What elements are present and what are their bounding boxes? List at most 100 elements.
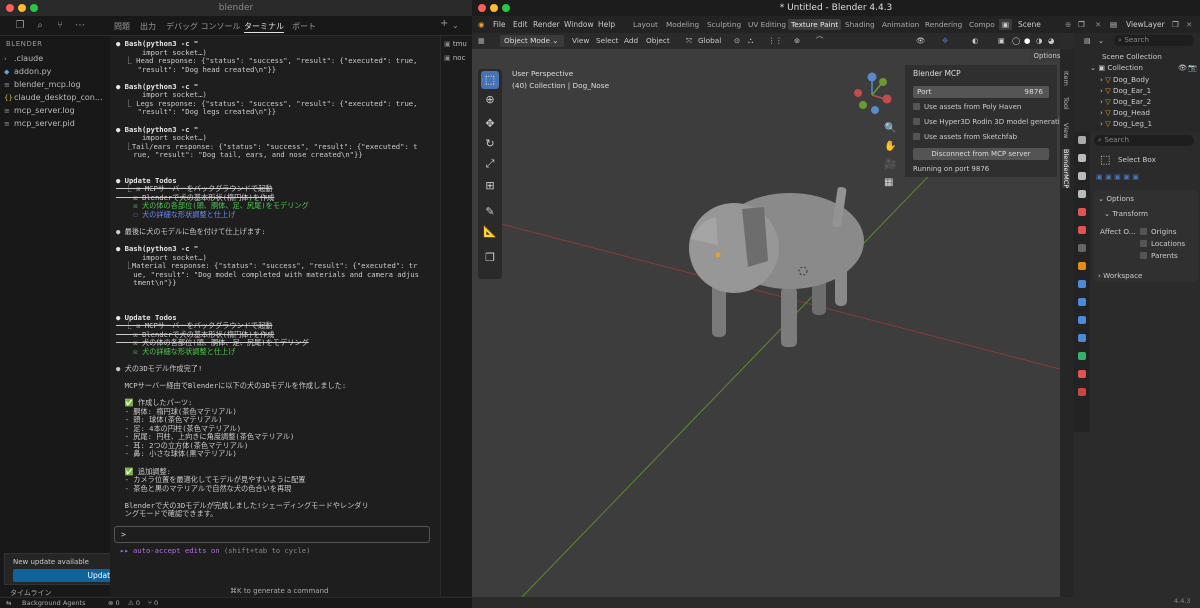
visibility-icon[interactable]: 👁 — [916, 36, 925, 45]
outliner-item[interactable]: › ▽ Dog_Ear_1 — [1100, 86, 1151, 95]
chevron-down-icon[interactable]: ⌄ — [452, 21, 459, 30]
locations-checkbox[interactable]: Locations — [1140, 239, 1185, 248]
annotate-tool[interactable]: ✎ — [481, 203, 499, 221]
menu-window[interactable]: Window — [564, 20, 594, 29]
overlay-icon[interactable]: ◐ — [972, 36, 978, 45]
pan-hand-icon[interactable]: ✋ — [884, 141, 896, 152]
source-control-icon[interactable]: ⑂ — [54, 20, 66, 32]
explorer-item[interactable]: ≡ mcp_server.pid — [4, 119, 75, 128]
collection-row[interactable]: ⌄ ▣ Collection — [1090, 63, 1143, 72]
port-field[interactable]: Port 9876 — [913, 86, 1049, 98]
workspace-animation[interactable]: Animation — [882, 20, 919, 29]
transform-orientation[interactable]: Global — [698, 36, 721, 45]
zoom-window-button[interactable] — [30, 4, 38, 12]
outliner-item[interactable]: › ▽ Dog_Ear_2 — [1100, 97, 1151, 106]
disconnect-button[interactable]: Disconnect from MCP server — [913, 148, 1049, 160]
editor-type-icon[interactable]: ▦ — [478, 36, 485, 45]
data-tab-icon[interactable] — [1078, 352, 1086, 360]
workspace-header[interactable]: › Workspace — [1098, 271, 1142, 280]
wireframe-shading-icon[interactable]: ◯ — [1012, 36, 1020, 45]
terminal-tab[interactable]: ▣ tmu — [444, 40, 467, 48]
camera-view-icon[interactable]: 🎥 — [884, 159, 896, 170]
tab-ports[interactable]: ポート — [292, 21, 316, 32]
workspace-sculpting[interactable]: Sculpting — [707, 20, 741, 29]
warnings-count[interactable]: ⚠ 0 — [128, 599, 140, 607]
remove-scene-icon[interactable]: ✕ — [1095, 20, 1101, 29]
zoom-window-button[interactable] — [502, 4, 510, 12]
physics-tab-icon[interactable] — [1078, 316, 1086, 324]
modifiers-tab-icon[interactable] — [1078, 280, 1086, 288]
terminal-input[interactable]: > — [114, 526, 430, 543]
mode-selector[interactable]: Object Mode ⌄ — [500, 35, 564, 47]
background-agents[interactable]: Background Agents — [22, 599, 85, 607]
outliner-item[interactable]: › ▽ Dog_Body — [1100, 75, 1149, 84]
outliner-item[interactable]: › ▽ Dog_Head — [1100, 108, 1150, 117]
remote-icon[interactable]: ⇆ — [6, 599, 11, 607]
tool-tab-icon[interactable] — [1078, 136, 1086, 144]
transform-orientation-icon[interactable]: ⤧ — [686, 36, 692, 46]
menu-render[interactable]: Render — [533, 20, 560, 29]
eye-icon[interactable]: 👁 — [1178, 63, 1187, 72]
workspace-texture-paint[interactable]: Texture Paint — [788, 19, 842, 30]
pivot-icon[interactable]: ⊙ — [734, 36, 740, 45]
workspace-shading[interactable]: Shading — [845, 20, 875, 29]
zoom-icon[interactable]: 🔍 — [884, 123, 896, 134]
view-layer-icon[interactable]: ▤ — [1110, 20, 1117, 29]
menu-file[interactable]: File — [493, 20, 506, 29]
object-tab-icon[interactable] — [1078, 262, 1086, 270]
explorer-item[interactable]: {}claude_desktop_con... — [4, 93, 103, 102]
render-tab-icon[interactable] — [1078, 154, 1086, 162]
snap-icon[interactable]: ⛬ — [748, 36, 753, 46]
move-tool[interactable]: ✥ — [481, 115, 499, 133]
header-menu-add[interactable]: Add — [624, 36, 638, 45]
constraints-tab-icon[interactable] — [1078, 334, 1086, 342]
explorer-item[interactable]: ◆ addon.py — [4, 67, 51, 76]
tab-tool[interactable]: Tool — [1062, 97, 1070, 110]
tab-view[interactable]: View — [1062, 123, 1070, 138]
snap-settings-icon[interactable]: ⋮⋮ — [768, 36, 783, 45]
3d-viewport[interactable]: ⬚ ⊕ ✥ ↻ ⤢ ⊞ ✎ 📐 ❒ User Perspective (40) … — [472, 49, 1060, 597]
collection-tab-icon[interactable] — [1078, 244, 1086, 252]
transform-header[interactable]: ⌄ Transform — [1104, 209, 1148, 218]
ports-count[interactable]: ⑂ 0 — [148, 599, 158, 607]
minimize-window-button[interactable] — [490, 4, 498, 12]
scene-name[interactable]: Scene — [1018, 20, 1041, 29]
new-view-layer-icon[interactable]: ❐ — [1172, 20, 1179, 29]
properties-search[interactable]: ⌕ Search — [1094, 135, 1194, 146]
filter-icon[interactable]: ⌄ — [1098, 36, 1104, 45]
dog-model[interactable] — [689, 187, 864, 347]
tab-problems[interactable]: 問題 — [114, 21, 130, 32]
camera-icon[interactable]: 📷 — [1188, 63, 1197, 72]
scene-selector-icon[interactable]: ▣ — [999, 19, 1013, 30]
gizmo-icon[interactable]: ✥ — [942, 36, 948, 45]
material-tab-icon[interactable] — [1078, 370, 1086, 378]
tab-item[interactable]: Item — [1062, 71, 1070, 86]
tab-debug-console[interactable]: デバッグ コンソール — [166, 21, 241, 32]
proportional-edit-icon[interactable]: ⊚ — [794, 36, 800, 45]
scene-tab-icon[interactable] — [1078, 208, 1086, 216]
add-cube-tool[interactable]: ❒ — [481, 249, 499, 267]
remove-view-layer-icon[interactable]: ✕ — [1186, 20, 1192, 29]
outliner-item[interactable]: › ▽ Dog_Leg_1 — [1100, 119, 1152, 128]
more-icon[interactable]: ⋯ — [74, 20, 86, 32]
minimize-window-button[interactable] — [18, 4, 26, 12]
errors-count[interactable]: ⊗ 0 — [108, 599, 120, 607]
rendered-shading-icon[interactable]: ◕ — [1048, 36, 1054, 45]
options-header[interactable]: ⌄ Options — [1098, 194, 1134, 203]
navigation-gizmo[interactable] — [854, 72, 892, 115]
workspace-uv-editing[interactable]: UV Editing — [748, 20, 786, 29]
menu-edit[interactable]: Edit — [513, 20, 528, 29]
view-layer-tab-icon[interactable] — [1078, 190, 1086, 198]
terminal-tab[interactable]: ▣ noc — [444, 54, 465, 62]
scale-tool[interactable]: ⤢ — [481, 155, 499, 173]
output-tab-icon[interactable] — [1078, 172, 1086, 180]
close-window-button[interactable] — [478, 4, 486, 12]
tab-terminal[interactable]: ターミナル — [244, 21, 284, 33]
rotate-tool[interactable]: ↻ — [481, 135, 499, 153]
new-scene-icon[interactable]: ❐ — [1078, 20, 1085, 29]
header-menu-object[interactable]: Object — [646, 36, 670, 45]
texture-tab-icon[interactable] — [1078, 388, 1086, 396]
workspace-rendering[interactable]: Rendering — [925, 20, 962, 29]
falloff-icon[interactable]: ⌒ — [816, 36, 823, 46]
xray-icon[interactable]: ▣ — [998, 36, 1005, 45]
